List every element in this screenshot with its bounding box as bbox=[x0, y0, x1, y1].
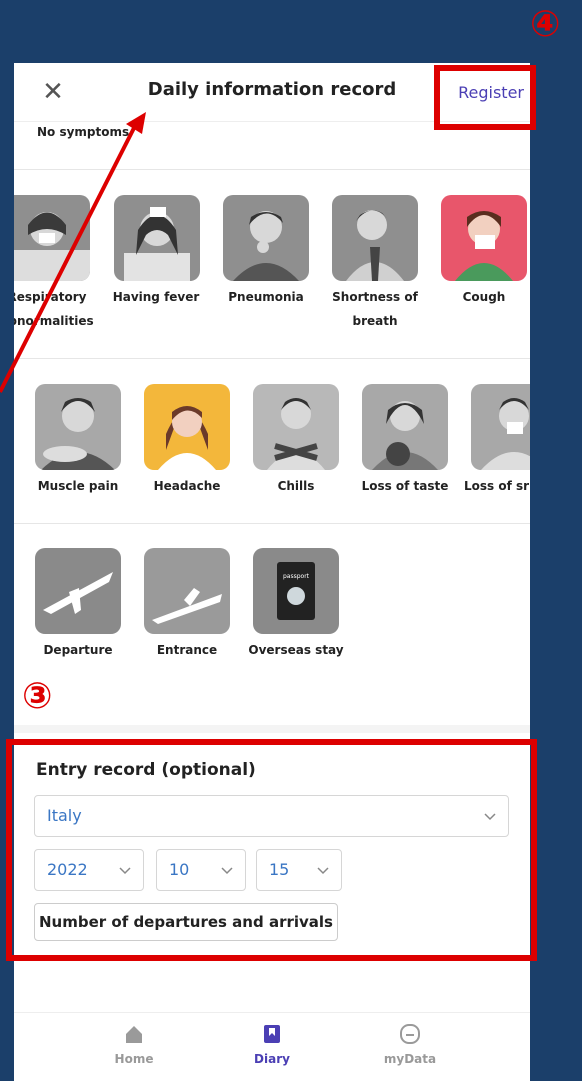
departure-plane-icon[interactable] bbox=[35, 548, 121, 634]
loss-of-smell-icon[interactable] bbox=[471, 384, 530, 470]
svg-text:passport: passport bbox=[283, 573, 310, 580]
mydata-icon bbox=[400, 1024, 420, 1044]
travel-label: Departure bbox=[43, 643, 113, 657]
symptom-label: Pneumonia bbox=[228, 290, 304, 304]
section-divider bbox=[14, 725, 530, 733]
register-highlight-box bbox=[434, 65, 536, 130]
respiratory-icon[interactable] bbox=[14, 195, 90, 281]
symptom-label: Chills bbox=[277, 479, 315, 493]
passport-icon[interactable]: passport bbox=[253, 548, 339, 634]
headache-icon[interactable] bbox=[144, 384, 230, 470]
symptom-label: Headache bbox=[153, 479, 221, 493]
symptom-label: Having fever bbox=[112, 290, 200, 304]
tab-diary[interactable]: Diary bbox=[222, 1023, 322, 1066]
divider bbox=[14, 358, 530, 359]
entrance-plane-icon[interactable] bbox=[144, 548, 230, 634]
symptom-label: Respiratory abnormalities bbox=[14, 290, 94, 328]
bottom-tab-bar: Home Diary myData bbox=[14, 1012, 530, 1081]
travel-label: Overseas stay bbox=[248, 643, 344, 657]
diary-icon bbox=[264, 1025, 280, 1043]
tab-label: myData bbox=[383, 1052, 437, 1066]
tab-home[interactable]: Home bbox=[84, 1023, 184, 1066]
travel-label: Entrance bbox=[156, 643, 218, 657]
symptom-label: Loss of taste bbox=[361, 479, 449, 493]
divider bbox=[14, 523, 530, 524]
symptom-label: Shortness of breath bbox=[332, 290, 418, 328]
cough-icon[interactable] bbox=[441, 195, 527, 281]
symptom-label: Loss of sr bbox=[464, 479, 530, 493]
loss-of-taste-icon[interactable] bbox=[362, 384, 448, 470]
tab-mydata[interactable]: myData bbox=[360, 1023, 460, 1066]
divider bbox=[14, 169, 530, 170]
fever-icon[interactable] bbox=[114, 195, 200, 281]
tab-label: Home bbox=[114, 1052, 154, 1066]
pneumonia-icon[interactable] bbox=[223, 195, 309, 281]
no-symptoms-label[interactable]: No symptoms bbox=[37, 125, 129, 139]
home-icon bbox=[126, 1026, 142, 1043]
shortness-of-breath-icon[interactable] bbox=[332, 195, 418, 281]
muscle-pain-icon[interactable] bbox=[35, 384, 121, 470]
symptom-label: Muscle pain bbox=[37, 479, 119, 493]
marker-4: ④ bbox=[530, 4, 561, 45]
chills-icon[interactable] bbox=[253, 384, 339, 470]
marker-3: ③ bbox=[22, 676, 53, 717]
entry-record-highlight-box bbox=[6, 739, 537, 961]
tab-label: Diary bbox=[254, 1052, 290, 1066]
symptom-label: Cough bbox=[462, 290, 506, 304]
